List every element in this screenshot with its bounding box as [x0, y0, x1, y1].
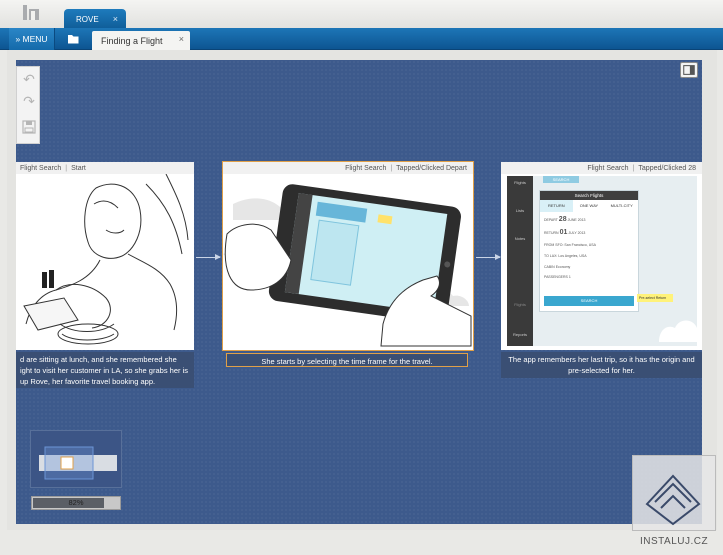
field-row: CABIN Economy: [544, 265, 596, 275]
field-value: SFO: San Francisco, USA: [555, 243, 596, 247]
history-toolbar: ↶ ↷: [16, 66, 40, 144]
trip-type-one-way: ONE WAY: [579, 203, 599, 208]
nav-item: Reports: [512, 332, 527, 337]
frame-header: Flight Search | Tapped/Clicked 28: [501, 162, 702, 174]
header-separator: |: [65, 164, 68, 172]
sticky-note: Pre-select Return: [637, 294, 673, 302]
frame-screen-name: Flight Search: [345, 164, 387, 172]
title-bar: ROVE ×: [0, 0, 723, 29]
frame-state-name: Tapped/Clicked 28: [638, 164, 696, 172]
header-separator: |: [632, 164, 635, 172]
trip-type-tabs: RETURN ONE WAY MULTI-CITY: [540, 200, 638, 212]
field-value: 1: [568, 275, 571, 279]
field-value: LAX: Los Angeles, USA: [549, 254, 587, 258]
field-row: RETURN 01 JULY 2013: [544, 229, 596, 243]
tab-project-label: ROVE: [76, 14, 99, 24]
app-logo-icon: [23, 5, 39, 20]
close-icon[interactable]: ×: [113, 14, 118, 24]
storyboard-frame[interactable]: Flight Search | Tapped/Clicked 28 Flight…: [501, 162, 702, 350]
field-value: 01: [559, 229, 568, 236]
field-row: PASSENGERS 1: [544, 275, 596, 285]
frame-screen-name: Flight Search: [587, 164, 629, 172]
field-label: CABIN: [544, 265, 555, 269]
zoom-control[interactable]: 82%: [31, 496, 121, 510]
frame-header: Flight Search | Tapped/Clicked Depart: [223, 162, 473, 174]
app-mockup: Flights Lists Notes Flights Reports SEAR…: [507, 176, 697, 346]
nav-item: Lists: [515, 208, 525, 213]
trip-type-return: RETURN: [540, 200, 573, 212]
field-label: FROM: [544, 243, 555, 247]
frame-state-name: Start: [71, 164, 86, 172]
close-icon[interactable]: ×: [179, 34, 184, 44]
panel-toggle-icon[interactable]: [680, 62, 698, 78]
search-tab: SEARCH: [543, 176, 579, 183]
cloud-decoration: [659, 320, 697, 342]
save-icon[interactable]: [21, 119, 37, 135]
redo-icon[interactable]: ↷: [21, 93, 37, 109]
flow-arrow: [196, 254, 221, 260]
flow-arrow: [476, 254, 501, 260]
menu-button[interactable]: » MENU: [9, 28, 55, 50]
tab-page-label: Finding a Flight: [101, 35, 163, 46]
undo-icon[interactable]: ↶: [21, 71, 37, 87]
tab-project[interactable]: ROVE ×: [64, 9, 126, 29]
form-fields: DEPART 28 JUNE 2013 RETURN 01 JULY 2013 …: [544, 216, 596, 285]
frame-header: Flight Search | Start: [16, 162, 194, 174]
field-row: TO LAX: Los Angeles, USA: [544, 254, 596, 265]
field-label: DEPART: [544, 218, 558, 222]
folder-icon[interactable]: [62, 32, 84, 46]
frame-caption: She starts by selecting the time frame f…: [226, 353, 468, 367]
header-separator: |: [390, 164, 393, 172]
nav-item: Notes: [514, 236, 526, 241]
main-toolbar: » MENU Finding a Flight ×: [0, 28, 723, 50]
search-submit-button: SEARCH: [544, 296, 634, 306]
tab-page[interactable]: Finding a Flight ×: [92, 31, 190, 50]
frame-screen-name: Flight Search: [20, 164, 62, 172]
trip-type-multi-city: MULTI-CITY: [610, 203, 633, 208]
watermark-logo: [632, 455, 716, 531]
canvas-minimap[interactable]: [30, 430, 122, 488]
field-row: DEPART 28 JUNE 2013: [544, 216, 596, 230]
field-row: FROM SFO: San Francisco, USA: [544, 243, 596, 254]
app-sidebar: Flights Lists Notes Flights Reports: [507, 176, 533, 346]
field-sub: JULY 2013: [568, 231, 586, 235]
search-flights-panel: Search Flights RETURN ONE WAY MULTI-CITY…: [539, 190, 639, 312]
frame-caption: d are sitting at lunch, and she remember…: [16, 352, 194, 388]
storyboard-frame-selected[interactable]: Flight Search | Tapped/Clicked Depart: [222, 161, 474, 351]
field-value: Economy: [555, 265, 571, 269]
zoom-level: 82%: [68, 498, 84, 507]
nav-item: Flights: [514, 180, 526, 185]
field-label: RETURN: [544, 231, 559, 235]
field-label: TO: [544, 254, 549, 258]
frame-caption: The app remembers her last trip, so it h…: [501, 352, 702, 378]
field-value: 28: [558, 216, 567, 223]
nav-item: Flights: [514, 302, 526, 307]
sketch-woman-with-phone: [23, 174, 189, 345]
watermark-icon: [645, 474, 701, 526]
watermark-text: INSTALUJ.CZ: [640, 536, 709, 547]
field-label: PASSENGERS: [544, 275, 568, 279]
sketch-tablet-hands: [223, 184, 472, 347]
storyboard-frame[interactable]: Flight Search | Start: [16, 162, 194, 350]
field-sub: JUNE 2013: [567, 218, 586, 222]
panel-title: Search Flights: [540, 191, 638, 200]
frame-state-name: Tapped/Clicked Depart: [396, 164, 467, 172]
minimap-preview: [39, 446, 117, 480]
